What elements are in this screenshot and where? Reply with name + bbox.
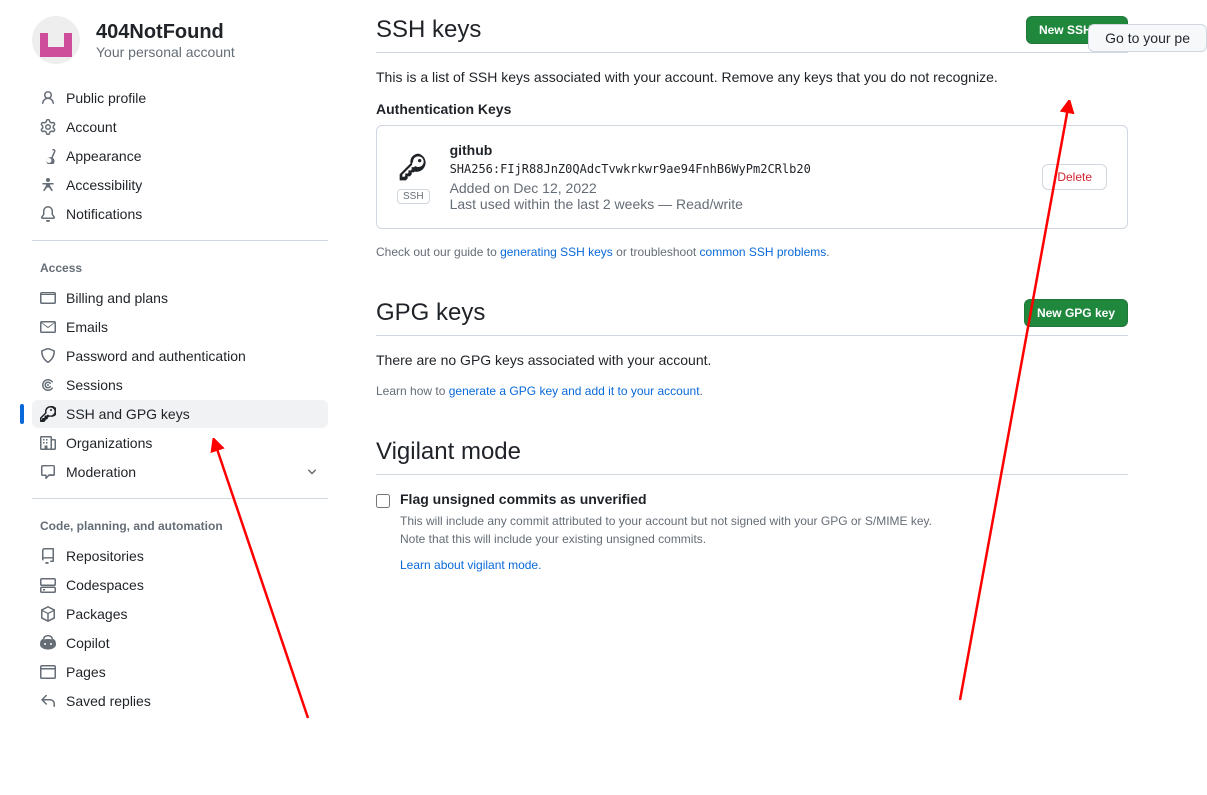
ssh-description: This is a list of SSH keys associated wi… bbox=[376, 69, 1128, 85]
ssh-keys-title: SSH keys bbox=[376, 16, 481, 44]
bell-icon bbox=[40, 206, 56, 222]
nav-heading: Code, planning, and automation bbox=[32, 511, 328, 541]
learn-vigilant-mode-link[interactable]: Learn about vigilant mode. bbox=[400, 558, 541, 572]
sidebar-item-account[interactable]: Account bbox=[32, 113, 328, 141]
sidebar-item-accessibility[interactable]: Accessibility bbox=[32, 171, 328, 199]
sidebar-item-sessions[interactable]: Sessions bbox=[32, 371, 328, 399]
package-icon bbox=[40, 606, 56, 622]
ssh-badge: SSH bbox=[397, 189, 430, 204]
key-icon bbox=[397, 151, 429, 183]
sidebar-item-label: SSH and GPG keys bbox=[66, 406, 190, 422]
generating-ssh-keys-link[interactable]: generating SSH keys bbox=[500, 245, 613, 259]
ssh-guide-text: Check out our guide to generating SSH ke… bbox=[376, 245, 1128, 259]
vigilant-mode-title: Vigilant mode bbox=[376, 438, 521, 466]
accessibility-icon bbox=[40, 177, 56, 193]
generate-gpg-key-link[interactable]: generate a GPG key and add it to your ac… bbox=[449, 384, 700, 398]
sidebar-item-label: Packages bbox=[66, 606, 127, 622]
avatar[interactable] bbox=[32, 16, 80, 64]
brush-icon bbox=[40, 148, 56, 164]
settings-sidebar: 404NotFound Your personal account Public… bbox=[32, 16, 328, 716]
sidebar-item-label: Organizations bbox=[66, 435, 152, 451]
sidebar-item-billing-and-plans[interactable]: Billing and plans bbox=[32, 284, 328, 312]
sidebar-item-public-profile[interactable]: Public profile bbox=[32, 84, 328, 112]
sidebar-item-organizations[interactable]: Organizations bbox=[32, 429, 328, 457]
nav-heading: Access bbox=[32, 253, 328, 283]
sidebar-item-label: Codespaces bbox=[66, 577, 144, 593]
copilot-icon bbox=[40, 635, 56, 651]
key-icon bbox=[40, 406, 56, 422]
gpg-keys-title: GPG keys bbox=[376, 299, 485, 327]
sidebar-item-ssh-and-gpg-keys[interactable]: SSH and GPG keys bbox=[32, 400, 328, 428]
sidebar-item-notifications[interactable]: Notifications bbox=[32, 200, 328, 228]
sidebar-item-label: Repositories bbox=[66, 548, 144, 564]
sidebar-item-label: Emails bbox=[66, 319, 108, 335]
username: 404NotFound bbox=[96, 20, 235, 44]
sidebar-item-moderation[interactable]: Moderation bbox=[32, 458, 328, 486]
ssh-key-name: github bbox=[450, 142, 1023, 158]
gpg-keys-section: GPG keys New GPG key There are no GPG ke… bbox=[376, 299, 1128, 398]
vigilant-mode-section: Vigilant mode Flag unsigned commits as u… bbox=[376, 438, 1128, 572]
browser-icon bbox=[40, 664, 56, 680]
ssh-key-card: SSH github SHA256:FIjR88JnZ0QAdcTvwkrkwr… bbox=[376, 125, 1128, 229]
main-content: SSH keys New SSH key This is a list of S… bbox=[328, 16, 1128, 716]
sidebar-item-label: Password and authentication bbox=[66, 348, 246, 364]
account-subtitle: Your personal account bbox=[96, 44, 235, 60]
shield-icon bbox=[40, 348, 56, 364]
sidebar-item-label: Copilot bbox=[66, 635, 110, 651]
person-icon bbox=[40, 90, 56, 106]
go-to-profile-button[interactable]: Go to your pe bbox=[1088, 24, 1207, 52]
sidebar-item-copilot[interactable]: Copilot bbox=[32, 629, 328, 657]
ssh-key-added: Added on Dec 12, 2022 bbox=[450, 180, 1023, 196]
sidebar-item-label: Accessibility bbox=[66, 177, 142, 193]
sidebar-item-label: Saved replies bbox=[66, 693, 151, 709]
sidebar-item-pages[interactable]: Pages bbox=[32, 658, 328, 686]
ssh-keys-section: SSH keys New SSH key This is a list of S… bbox=[376, 16, 1128, 259]
org-icon bbox=[40, 435, 56, 451]
repo-icon bbox=[40, 548, 56, 564]
comment-icon bbox=[40, 464, 56, 480]
gpg-learn-text: Learn how to generate a GPG key and add … bbox=[376, 384, 1128, 398]
common-ssh-problems-link[interactable]: common SSH problems bbox=[700, 245, 827, 259]
sidebar-item-label: Notifications bbox=[66, 206, 142, 222]
sidebar-item-repositories[interactable]: Repositories bbox=[32, 542, 328, 570]
credit-card-icon bbox=[40, 290, 56, 306]
new-gpg-key-button[interactable]: New GPG key bbox=[1024, 299, 1128, 327]
sidebar-item-label: Sessions bbox=[66, 377, 123, 393]
sidebar-item-label: Moderation bbox=[66, 464, 136, 480]
gpg-description: There are no GPG keys associated with yo… bbox=[376, 352, 1128, 368]
profile-header: 404NotFound Your personal account bbox=[32, 16, 328, 64]
sidebar-item-saved-replies[interactable]: Saved replies bbox=[32, 687, 328, 715]
chevron-down-icon bbox=[304, 464, 320, 480]
reply-icon bbox=[40, 693, 56, 709]
sidebar-item-label: Billing and plans bbox=[66, 290, 168, 306]
codespaces-icon bbox=[40, 577, 56, 593]
sidebar-item-password-and-authentication[interactable]: Password and authentication bbox=[32, 342, 328, 370]
vigilant-desc-2: Note that this will include your existin… bbox=[400, 532, 1128, 546]
vigilant-desc-1: This will include any commit attributed … bbox=[400, 514, 1128, 528]
sidebar-item-label: Pages bbox=[66, 664, 106, 680]
sidebar-item-emails[interactable]: Emails bbox=[32, 313, 328, 341]
sidebar-item-packages[interactable]: Packages bbox=[32, 600, 328, 628]
ssh-key-fingerprint: SHA256:FIjR88JnZ0QAdcTvwkrkwr9ae94FnhB6W… bbox=[450, 162, 1023, 176]
sidebar-item-label: Public profile bbox=[66, 90, 146, 106]
sidebar-item-label: Appearance bbox=[66, 148, 142, 164]
delete-ssh-key-button[interactable]: Delete bbox=[1042, 164, 1107, 190]
ssh-key-used: Last used within the last 2 weeks — Read… bbox=[450, 196, 1023, 212]
sidebar-item-codespaces[interactable]: Codespaces bbox=[32, 571, 328, 599]
flag-unsigned-label: Flag unsigned commits as unverified bbox=[400, 491, 647, 507]
gear-icon bbox=[40, 119, 56, 135]
broadcast-icon bbox=[40, 377, 56, 393]
sidebar-item-label: Account bbox=[66, 119, 117, 135]
auth-keys-heading: Authentication Keys bbox=[376, 101, 1128, 117]
flag-unsigned-checkbox[interactable] bbox=[376, 494, 390, 508]
sidebar-item-appearance[interactable]: Appearance bbox=[32, 142, 328, 170]
mail-icon bbox=[40, 319, 56, 335]
